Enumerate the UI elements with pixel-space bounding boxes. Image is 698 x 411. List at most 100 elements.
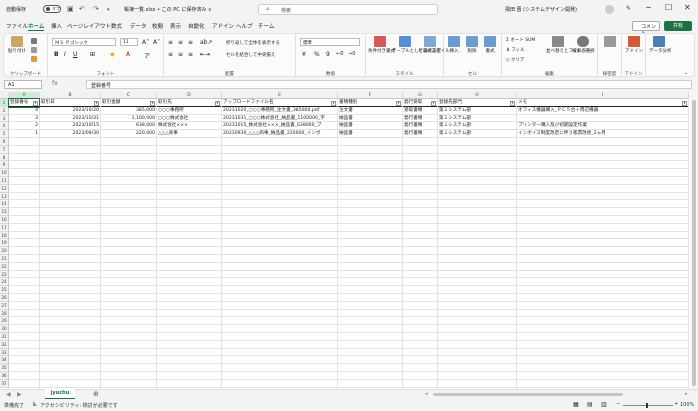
fx-icon[interactable]: fx: [52, 80, 58, 87]
column-header-c[interactable]: C: [101, 92, 157, 99]
search-box[interactable]: ⌕ 検索: [258, 4, 438, 15]
align-bottom-icon[interactable]: ≡: [188, 39, 193, 46]
underline-icon[interactable]: U: [73, 51, 77, 58]
row-header-2[interactable]: 2: [0, 106, 9, 115]
column-header-d[interactable]: D: [157, 92, 222, 99]
row-header-7[interactable]: 7: [0, 145, 9, 154]
row-header-29[interactable]: 29: [0, 317, 9, 326]
tab-review[interactable]: 校閲: [152, 22, 163, 30]
orientation-icon[interactable]: ab↗: [200, 39, 213, 46]
file-title[interactable]: 帳簿一覧.xlsx • この PC に保存済み ∨: [124, 6, 212, 13]
tab-data[interactable]: データ: [130, 22, 147, 30]
table-cell[interactable]: 発行書類: [403, 122, 437, 130]
table-cell[interactable]: 第１システム部: [438, 115, 516, 123]
header-cell[interactable]: 登録先部門: [438, 99, 516, 107]
column-header-h[interactable]: H: [438, 92, 517, 99]
font-size-select[interactable]: 11: [120, 38, 138, 46]
row-header-32[interactable]: 32: [0, 340, 9, 349]
column-header-i[interactable]: I: [517, 92, 689, 99]
save-icon[interactable]: ▣: [67, 5, 74, 13]
align-center-icon[interactable]: ≡: [178, 51, 183, 58]
table-cell[interactable]: 3: [9, 115, 39, 123]
align-middle-icon[interactable]: ≡: [178, 39, 183, 46]
row-header-28[interactable]: 28: [0, 309, 9, 318]
zoom-slider-thumb[interactable]: [646, 403, 648, 408]
cell-styles-button[interactable]: セルのスタイル: [418, 36, 450, 54]
row-header-33[interactable]: 33: [0, 348, 9, 357]
addins-button[interactable]: アドイン: [625, 36, 643, 54]
fill-color-icon[interactable]: ◆: [110, 51, 115, 58]
font-name-select[interactable]: ＭＳ Ｐゴシック: [52, 38, 116, 46]
row-header-31[interactable]: 31: [0, 333, 9, 341]
column-header-b[interactable]: B: [40, 92, 101, 99]
indent-icon[interactable]: ⇤⇥: [200, 51, 210, 58]
row-header-19[interactable]: 19: [0, 239, 9, 248]
wrap-text-button[interactable]: 折り返して全体を表示する: [226, 40, 280, 46]
table-cell[interactable]: 注文書: [338, 107, 402, 115]
sort-filter-button[interactable]: 並べ替えとフィルター: [546, 36, 591, 54]
table-cell[interactable]: 385,000: [101, 107, 156, 115]
sheet-prev-icon[interactable]: ◀: [6, 391, 11, 398]
align-right-icon[interactable]: ≡: [188, 51, 193, 58]
table-cell[interactable]: 納品書: [338, 130, 402, 138]
border-icon[interactable]: ⊞: [90, 51, 95, 58]
zoom-out-icon[interactable]: −: [616, 401, 620, 407]
number-format-select[interactable]: 標準: [300, 38, 360, 46]
maximize-icon[interactable]: ☐: [665, 3, 672, 12]
font-color-icon[interactable]: A: [126, 51, 130, 58]
zoom-slider[interactable]: [623, 405, 673, 406]
table-cell[interactable]: 第１システム部: [438, 130, 516, 138]
accessibility-status[interactable]: アクセシビリティ: 検討が必要です: [40, 402, 118, 409]
column-header-a[interactable]: A: [9, 92, 40, 99]
redo-icon[interactable]: ↷: [93, 5, 99, 13]
vertical-scroll-thumb[interactable]: [692, 100, 696, 386]
decrease-decimal-icon[interactable]: →0: [348, 51, 355, 57]
filter-dropdown-icon[interactable]: ▾: [510, 100, 515, 106]
table-cell[interactable]: 4: [9, 107, 39, 115]
cut-icon[interactable]: [31, 38, 37, 44]
sensitivity-button[interactable]: [601, 36, 619, 48]
normal-view-icon[interactable]: ▦: [573, 401, 579, 408]
tab-file[interactable]: ファイル: [6, 22, 28, 30]
merge-center-button[interactable]: セルを結合して中央揃え: [226, 52, 275, 58]
table-cell[interactable]: 1,100,000: [101, 115, 156, 123]
delete-cells-button[interactable]: 削除: [464, 36, 480, 54]
sheet-tab-jyuchu[interactable]: jyuchu: [45, 389, 75, 399]
column-header-g[interactable]: G: [403, 92, 438, 99]
align-left-icon[interactable]: ≡: [168, 51, 173, 58]
table-cell[interactable]: 発行書類: [403, 130, 437, 138]
table-cell[interactable]: インボイス制度改定に伴う帳票改修_2ヵ月: [517, 130, 688, 138]
conditional-format-button[interactable]: 条件付き書式: [368, 36, 395, 54]
row-header-30[interactable]: 30: [0, 325, 9, 333]
paste-button[interactable]: 貼り付け: [8, 36, 26, 54]
row-header-37[interactable]: 37: [0, 379, 9, 388]
pen-icon[interactable]: ✎: [626, 5, 631, 12]
table-cell[interactable]: 220,000: [101, 130, 156, 138]
align-top-icon[interactable]: ≡: [168, 39, 173, 46]
row-header-13[interactable]: 13: [0, 192, 9, 201]
row-header-16[interactable]: 16: [0, 216, 9, 224]
increase-decimal-icon[interactable]: ←0: [336, 51, 343, 57]
filter-dropdown-icon[interactable]: ▾: [150, 100, 155, 106]
table-cell[interactable]: [517, 115, 688, 123]
header-cell[interactable]: 書類種別: [338, 99, 402, 107]
filter-dropdown-icon[interactable]: ▾: [94, 100, 99, 106]
zoom-level[interactable]: 100%: [680, 402, 694, 408]
table-cell[interactable]: 発行書類: [403, 115, 437, 123]
column-header-f[interactable]: F: [338, 92, 403, 99]
row-header-15[interactable]: 15: [0, 208, 9, 216]
copy-icon[interactable]: [31, 47, 37, 53]
italic-icon[interactable]: I: [64, 51, 66, 58]
tab-page-layout[interactable]: ページレイアウト: [67, 22, 111, 30]
header-cell[interactable]: 取引先: [157, 99, 221, 107]
page-layout-view-icon[interactable]: ▤: [587, 401, 593, 408]
row-header-5[interactable]: 5: [0, 130, 9, 138]
phonetic-icon[interactable]: ア: [144, 51, 150, 60]
customize-qat-icon[interactable]: ▾: [107, 7, 110, 13]
add-sheet-icon[interactable]: ⊕: [93, 390, 99, 398]
table-cell[interactable]: 納品書: [338, 122, 402, 130]
row-header-17[interactable]: 17: [0, 223, 9, 232]
table-cell[interactable]: 受取書類: [403, 107, 437, 115]
filter-dropdown-icon[interactable]: ▾: [215, 100, 220, 106]
header-cell[interactable]: アップロードファイル名: [222, 99, 337, 107]
